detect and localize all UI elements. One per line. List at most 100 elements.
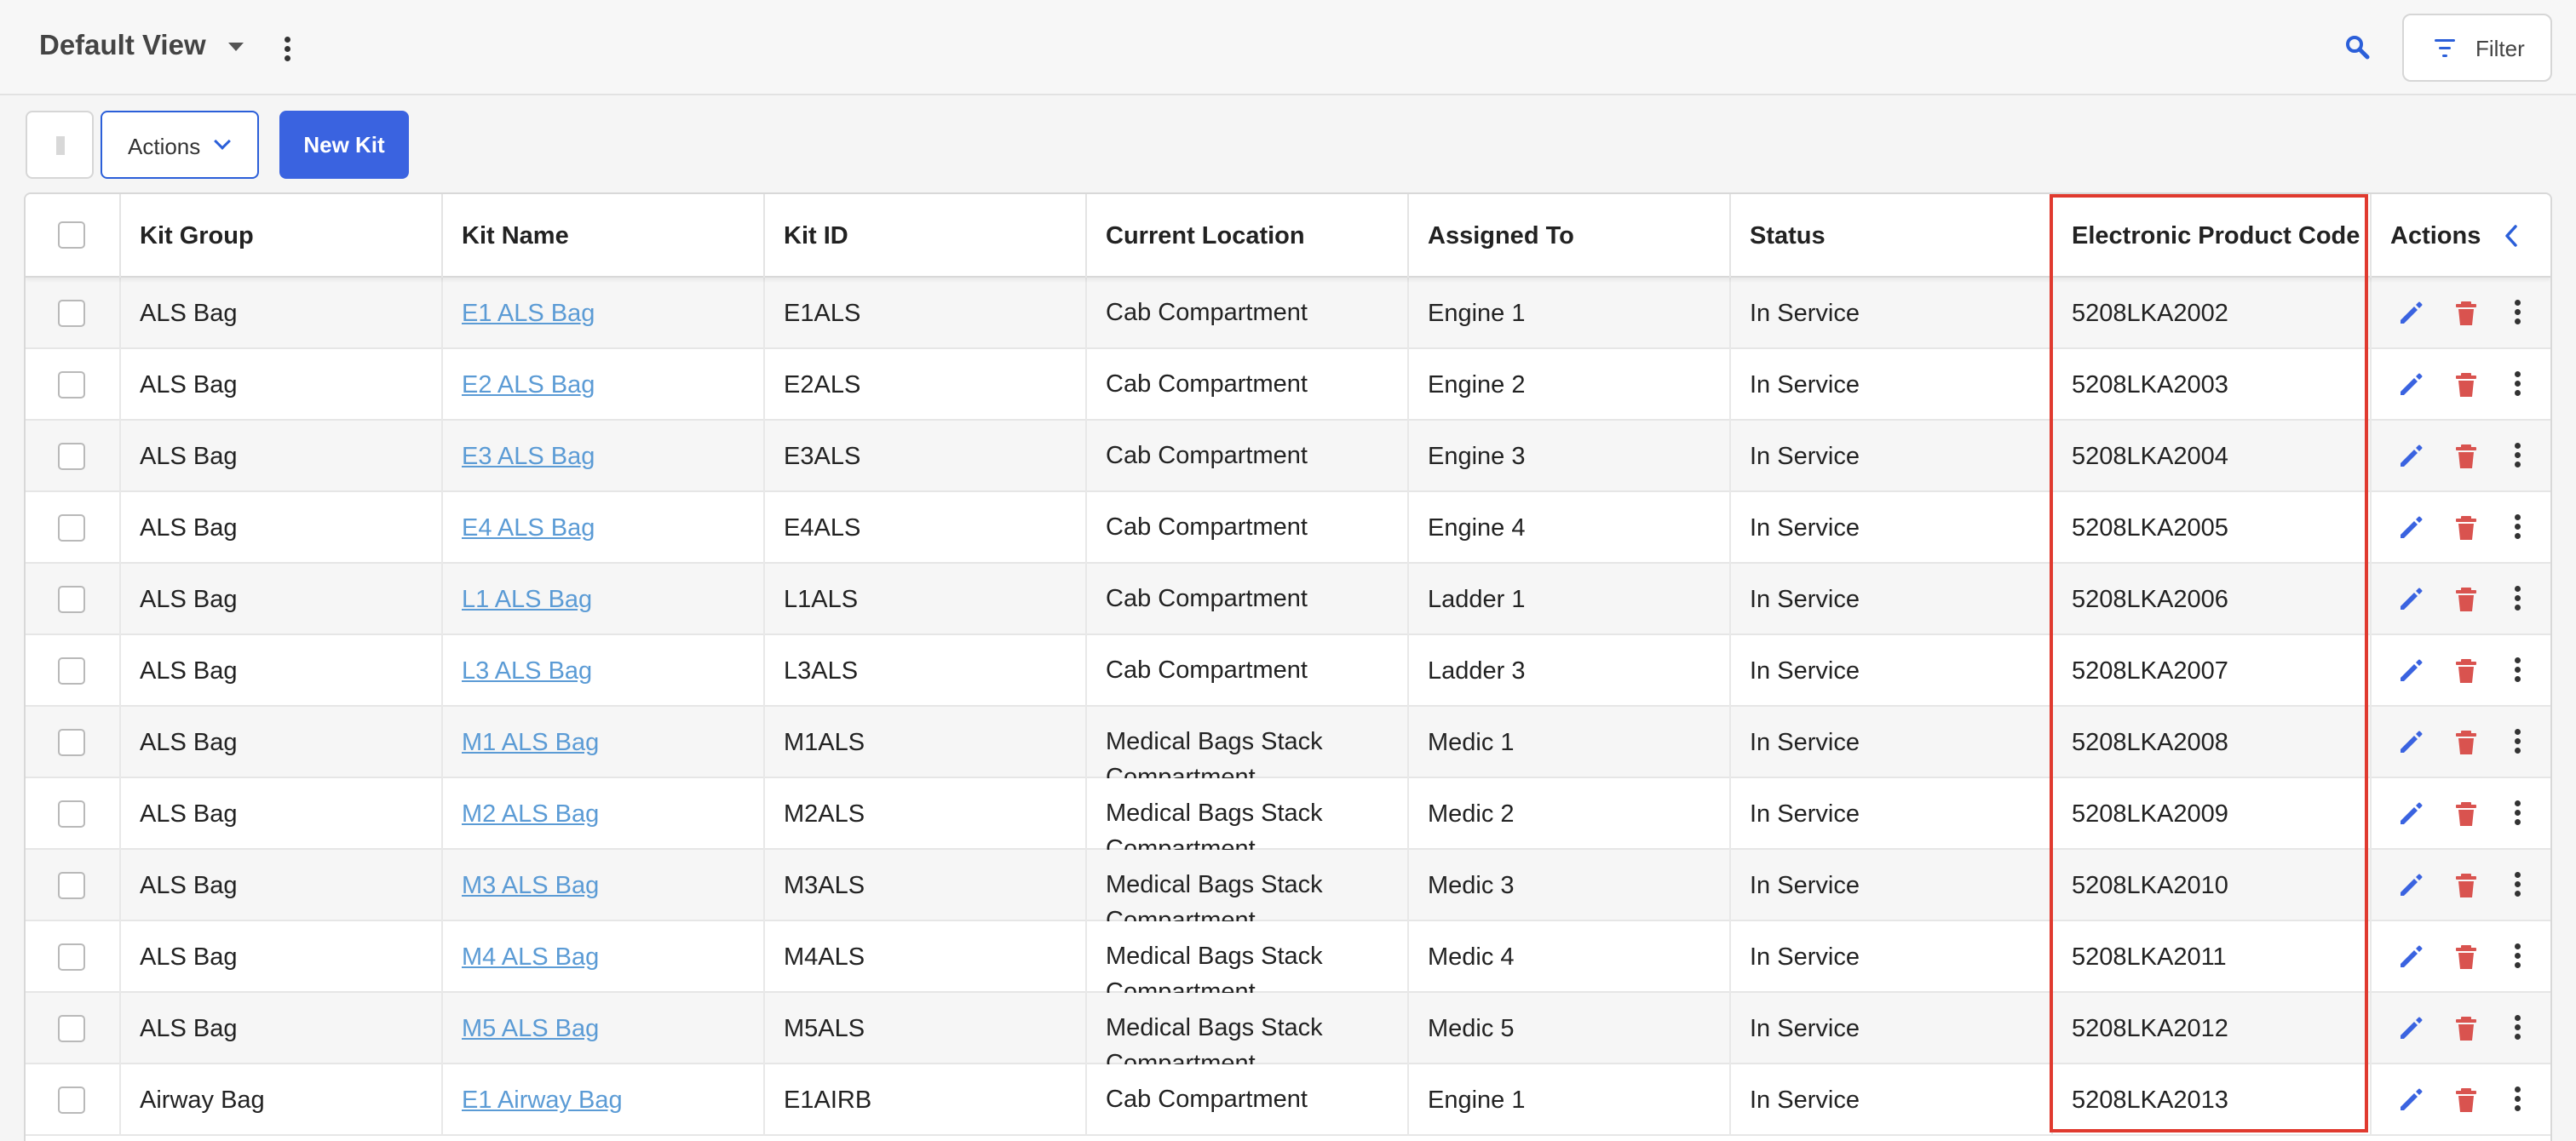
kit-name-link[interactable]: E1 ALS Bag xyxy=(462,300,595,327)
row-checkbox[interactable] xyxy=(58,514,85,542)
kit-name-link[interactable]: E4 ALS Bag xyxy=(462,514,595,542)
row-menu-kebab-icon[interactable] xyxy=(2514,657,2521,682)
table-row[interactable]: ALS Bag M5 ALS Bag M5ALS Medical Bags Stack… xyxy=(26,993,2550,1064)
pencil-icon[interactable] xyxy=(2397,371,2424,398)
caret-down-icon[interactable] xyxy=(228,43,244,51)
column-header-current-location[interactable]: Current Location xyxy=(1087,194,1409,278)
row-checkbox[interactable] xyxy=(58,657,85,685)
table-row[interactable]: Airway Bag E1 Airway Bag E1AIRB Cab Compart… xyxy=(26,1064,2550,1136)
cell-select xyxy=(26,635,121,707)
row-menu-kebab-icon[interactable] xyxy=(2514,943,2521,968)
cell-select xyxy=(26,921,121,993)
chevron-left-icon[interactable] xyxy=(2504,225,2518,247)
row-checkbox[interactable] xyxy=(58,586,85,613)
column-header-kit-group[interactable]: Kit Group xyxy=(121,194,443,278)
cell-current-location: Medical Bags Stack Compartment xyxy=(1087,778,1409,850)
row-checkbox[interactable] xyxy=(58,729,85,756)
view-menu-kebab-icon[interactable] xyxy=(284,37,290,61)
kit-name-link[interactable]: E2 ALS Bag xyxy=(462,371,595,398)
select-mode-button[interactable] xyxy=(26,111,94,179)
row-menu-kebab-icon[interactable] xyxy=(2514,1087,2521,1111)
cell-status: In Service xyxy=(1731,993,2053,1064)
kit-name-link[interactable]: M3 ALS Bag xyxy=(462,872,599,899)
column-header-kit-id[interactable]: Kit ID xyxy=(765,194,1087,278)
cell-kit-name: L1 ALS Bag xyxy=(443,564,765,635)
pencil-icon[interactable] xyxy=(2397,800,2424,828)
table-row[interactable]: ALS Bag M3 ALS Bag M3ALS Medical Bags Stack… xyxy=(26,850,2550,921)
column-header-assigned-to[interactable]: Assigned To xyxy=(1409,194,1731,278)
trash-icon[interactable] xyxy=(2453,1087,2479,1114)
search-icon[interactable] xyxy=(2344,34,2370,60)
table-row[interactable]: ALS Bag E1 ALS Bag E1ALS Cab Compartment Eng… xyxy=(26,278,2550,349)
trash-icon[interactable] xyxy=(2453,729,2479,756)
actions-dropdown-button[interactable]: Actions xyxy=(101,111,259,179)
table-row[interactable]: ALS Bag L1 ALS Bag L1ALS Cab Compartment Lad… xyxy=(26,564,2550,635)
table-row[interactable]: ALS Bag E2 ALS Bag E2ALS Cab Compartment Eng… xyxy=(26,349,2550,421)
row-menu-kebab-icon[interactable] xyxy=(2514,443,2521,467)
trash-icon[interactable] xyxy=(2453,371,2479,398)
pencil-icon[interactable] xyxy=(2397,657,2424,685)
cell-actions xyxy=(2372,850,2550,921)
row-checkbox[interactable] xyxy=(58,943,85,971)
view-title[interactable]: Default View xyxy=(39,29,206,61)
trash-icon[interactable] xyxy=(2453,443,2479,470)
pencil-icon[interactable] xyxy=(2397,514,2424,542)
column-header-status[interactable]: Status xyxy=(1731,194,2053,278)
kit-name-link[interactable]: E1 Airway Bag xyxy=(462,1087,623,1114)
table-row[interactable]: ALS Bag E4 ALS Bag E4ALS Cab Compartment Eng… xyxy=(26,492,2550,564)
kit-name-link[interactable]: M1 ALS Bag xyxy=(462,729,599,756)
pencil-icon[interactable] xyxy=(2397,1087,2424,1114)
kit-name-link[interactable]: L1 ALS Bag xyxy=(462,586,592,613)
select-all-checkbox[interactable] xyxy=(58,221,85,249)
row-menu-kebab-icon[interactable] xyxy=(2514,586,2521,611)
row-menu-kebab-icon[interactable] xyxy=(2514,514,2521,539)
table-row[interactable]: ALS Bag M4 ALS Bag M4ALS Medical Bags Stack… xyxy=(26,921,2550,993)
row-checkbox[interactable] xyxy=(58,800,85,828)
cell-kit-group: ALS Bag xyxy=(121,635,443,707)
column-header-epc[interactable]: Electronic Product Code xyxy=(2053,194,2372,278)
kit-name-link[interactable]: M2 ALS Bag xyxy=(462,800,599,828)
row-checkbox[interactable] xyxy=(58,443,85,470)
row-menu-kebab-icon[interactable] xyxy=(2514,371,2521,396)
actions-header-label: Actions xyxy=(2390,222,2481,249)
row-menu-kebab-icon[interactable] xyxy=(2514,800,2521,825)
row-checkbox[interactable] xyxy=(58,371,85,398)
pencil-icon[interactable] xyxy=(2397,943,2424,971)
trash-icon[interactable] xyxy=(2453,514,2479,542)
filter-button[interactable]: Filter xyxy=(2402,14,2552,82)
row-menu-kebab-icon[interactable] xyxy=(2514,300,2521,324)
table-row[interactable]: ALS Bag M2 ALS Bag M2ALS Medical Bags Stack… xyxy=(26,778,2550,850)
pencil-icon[interactable] xyxy=(2397,729,2424,756)
table-row[interactable]: ALS Bag M1 ALS Bag M1ALS Medical Bags Stack… xyxy=(26,707,2550,778)
pencil-icon[interactable] xyxy=(2397,1015,2424,1042)
trash-icon[interactable] xyxy=(2453,300,2479,327)
cell-current-location: Cab Compartment xyxy=(1087,564,1409,635)
trash-icon[interactable] xyxy=(2453,657,2479,685)
row-menu-kebab-icon[interactable] xyxy=(2514,1015,2521,1040)
pencil-icon[interactable] xyxy=(2397,443,2424,470)
table-row[interactable]: ALS Bag E3 ALS Bag E3ALS Cab Compartment Eng… xyxy=(26,421,2550,492)
table-row[interactable]: ALS Bag L3 ALS Bag L3ALS Cab Compartment Lad… xyxy=(26,635,2550,707)
kit-name-link[interactable]: L3 ALS Bag xyxy=(462,657,592,685)
cell-kit-id: L1ALS xyxy=(765,564,1087,635)
row-checkbox[interactable] xyxy=(58,1015,85,1042)
cell-actions xyxy=(2372,349,2550,421)
row-checkbox[interactable] xyxy=(58,872,85,899)
trash-icon[interactable] xyxy=(2453,800,2479,828)
row-menu-kebab-icon[interactable] xyxy=(2514,729,2521,754)
trash-icon[interactable] xyxy=(2453,872,2479,899)
row-checkbox[interactable] xyxy=(58,1087,85,1114)
row-checkbox[interactable] xyxy=(58,300,85,327)
kit-name-link[interactable]: M4 ALS Bag xyxy=(462,943,599,971)
row-menu-kebab-icon[interactable] xyxy=(2514,872,2521,897)
kit-name-link[interactable]: E3 ALS Bag xyxy=(462,443,595,470)
trash-icon[interactable] xyxy=(2453,943,2479,971)
kit-name-link[interactable]: M5 ALS Bag xyxy=(462,1015,599,1042)
pencil-icon[interactable] xyxy=(2397,586,2424,613)
trash-icon[interactable] xyxy=(2453,1015,2479,1042)
pencil-icon[interactable] xyxy=(2397,872,2424,899)
column-header-kit-name[interactable]: Kit Name xyxy=(443,194,765,278)
new-kit-button[interactable]: New Kit xyxy=(279,111,409,179)
pencil-icon[interactable] xyxy=(2397,300,2424,327)
trash-icon[interactable] xyxy=(2453,586,2479,613)
